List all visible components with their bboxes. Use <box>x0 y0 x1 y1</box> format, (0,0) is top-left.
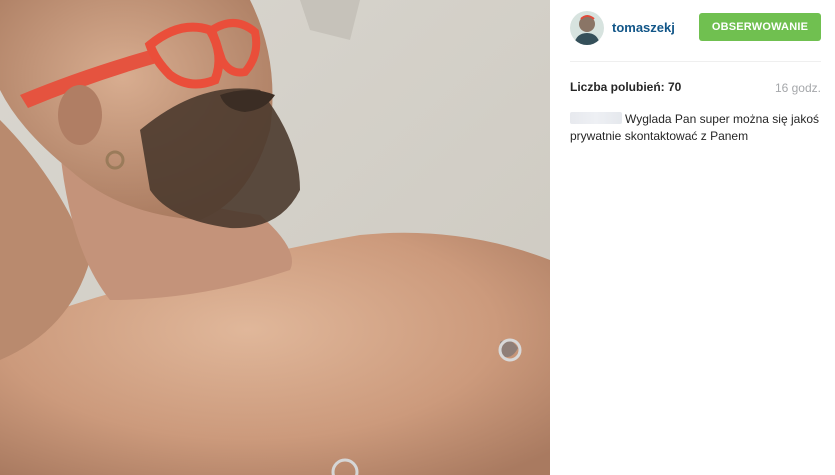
avatar[interactable] <box>570 11 604 45</box>
comment-item: Wyglada Pan super można się jakoś prywat… <box>570 111 825 145</box>
post-photo-image <box>0 0 550 475</box>
likes-count: Liczba polubień: 70 <box>570 80 682 94</box>
username-link[interactable]: tomaszekj <box>612 20 675 35</box>
header-divider <box>570 61 821 62</box>
post-header: tomaszekj OBSERWOWANIE <box>550 0 835 60</box>
follow-button[interactable]: OBSERWOWANIE <box>699 13 821 41</box>
post-timestamp[interactable]: 16 godz. <box>775 81 821 95</box>
post-photo[interactable] <box>0 0 550 475</box>
comment-author-redacted[interactable] <box>570 112 622 124</box>
post-sidebar: tomaszekj OBSERWOWANIE Liczba polubień: … <box>550 0 835 475</box>
avatar-icon <box>570 11 604 45</box>
